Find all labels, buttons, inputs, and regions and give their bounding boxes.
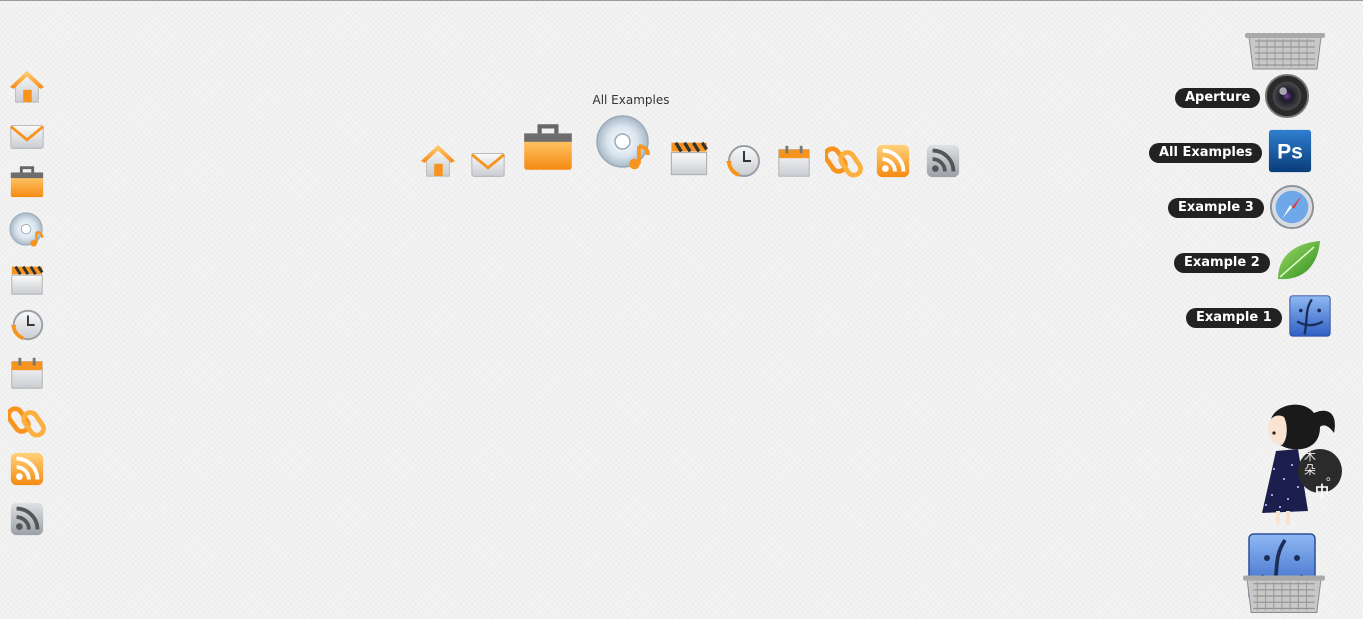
stack-label-aperture[interactable]: Aperture: [1175, 88, 1261, 108]
girl-illustration: 木 朵 中 。: [1254, 399, 1344, 534]
stack-label-example-3[interactable]: Example 3: [1168, 198, 1264, 218]
rss-orange-icon[interactable]: [874, 142, 912, 180]
calendar-icon[interactable]: [8, 354, 46, 392]
clock-history-icon[interactable]: [723, 141, 763, 181]
rss-gray-icon[interactable]: [8, 500, 46, 538]
mail-icon[interactable]: [469, 145, 507, 183]
basket-icon[interactable]: [1245, 31, 1325, 71]
camera-lens-icon[interactable]: [1264, 73, 1310, 119]
home-icon[interactable]: [8, 67, 46, 105]
music-cd-icon[interactable]: [594, 113, 654, 173]
basket-icon: [1243, 573, 1325, 615]
briefcase-icon[interactable]: [8, 162, 46, 200]
clapperboard-icon[interactable]: [667, 135, 711, 179]
stack-label-example-2[interactable]: Example 2: [1174, 253, 1270, 273]
safari-compass-icon[interactable]: [1269, 184, 1315, 230]
stack-label-example-1[interactable]: Example 1: [1186, 308, 1282, 328]
home-icon[interactable]: [419, 141, 457, 179]
link-icon[interactable]: [825, 142, 863, 180]
avatar-char-4: 。: [1326, 469, 1339, 483]
rss-gray-icon[interactable]: [924, 142, 962, 180]
photoshop-icon[interactable]: [1267, 128, 1313, 174]
clapperboard-icon[interactable]: [8, 260, 46, 298]
avatar-char-3: 中: [1315, 484, 1329, 500]
finder-icon[interactable]: [1288, 294, 1332, 338]
link-icon[interactable]: [8, 402, 46, 440]
leaf-icon[interactable]: [1274, 237, 1322, 285]
rss-orange-icon[interactable]: [8, 450, 46, 488]
dock-hover-label: All Examples: [592, 93, 670, 107]
calendar-icon[interactable]: [775, 142, 813, 180]
briefcase-icon[interactable]: [520, 118, 576, 174]
music-cd-icon[interactable]: [8, 211, 46, 249]
avatar-char-2: 朵: [1304, 463, 1317, 477]
clock-history-icon[interactable]: [8, 306, 46, 344]
mail-icon[interactable]: [8, 117, 46, 155]
stack-label-all-examples[interactable]: All Examples: [1149, 143, 1263, 163]
